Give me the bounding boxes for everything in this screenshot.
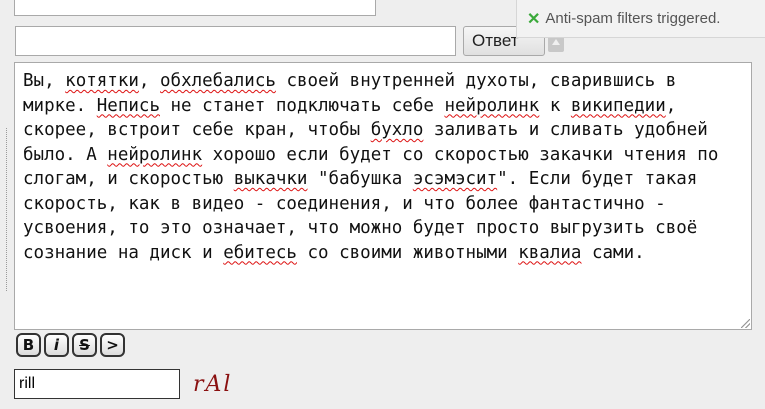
notification-toast: ✕ Anti-spam filters triggered. <box>516 0 765 38</box>
formatting-toolbar: Bi S > <box>16 333 125 357</box>
misspelled-word: ебитесь <box>223 242 297 263</box>
misspelled-word: нейролинк <box>444 95 540 116</box>
misspelled-word: квалиа <box>518 242 582 263</box>
strike-button[interactable]: S <box>72 333 97 357</box>
bold-button[interactable]: B <box>16 333 41 357</box>
comment-textarea[interactable]: Вы, котятки, обхлебались своей внутренне… <box>14 62 752 330</box>
comment-text[interactable]: Вы, котятки, обхлебались своей внутренне… <box>23 69 743 265</box>
resize-handle[interactable] <box>741 319 750 328</box>
misspelled-word: Непись <box>96 95 160 116</box>
upload-icon[interactable] <box>548 36 564 52</box>
italic-button[interactable]: i <box>44 333 69 357</box>
quote-button[interactable]: > <box>100 333 125 357</box>
email-field[interactable] <box>14 0 376 16</box>
notification-text: Anti-spam filters triggered. <box>545 10 721 27</box>
misspelled-word: обхлебались <box>160 71 276 91</box>
misspelled-word: выкачки <box>233 169 308 189</box>
misspelled-word: эсэмэсит <box>412 169 498 189</box>
misspelled-word: википедии <box>570 95 666 116</box>
reply-marker <box>0 128 7 291</box>
subject-input[interactable] <box>15 26 456 56</box>
misspelled-word: нейролинк <box>107 144 203 165</box>
captcha-image: rAl <box>193 372 233 397</box>
captcha-input[interactable] <box>14 369 180 399</box>
misspelled-word: котятки <box>65 71 139 91</box>
check-icon: ✕ <box>527 10 541 28</box>
misspelled-word: бухло <box>370 120 424 140</box>
